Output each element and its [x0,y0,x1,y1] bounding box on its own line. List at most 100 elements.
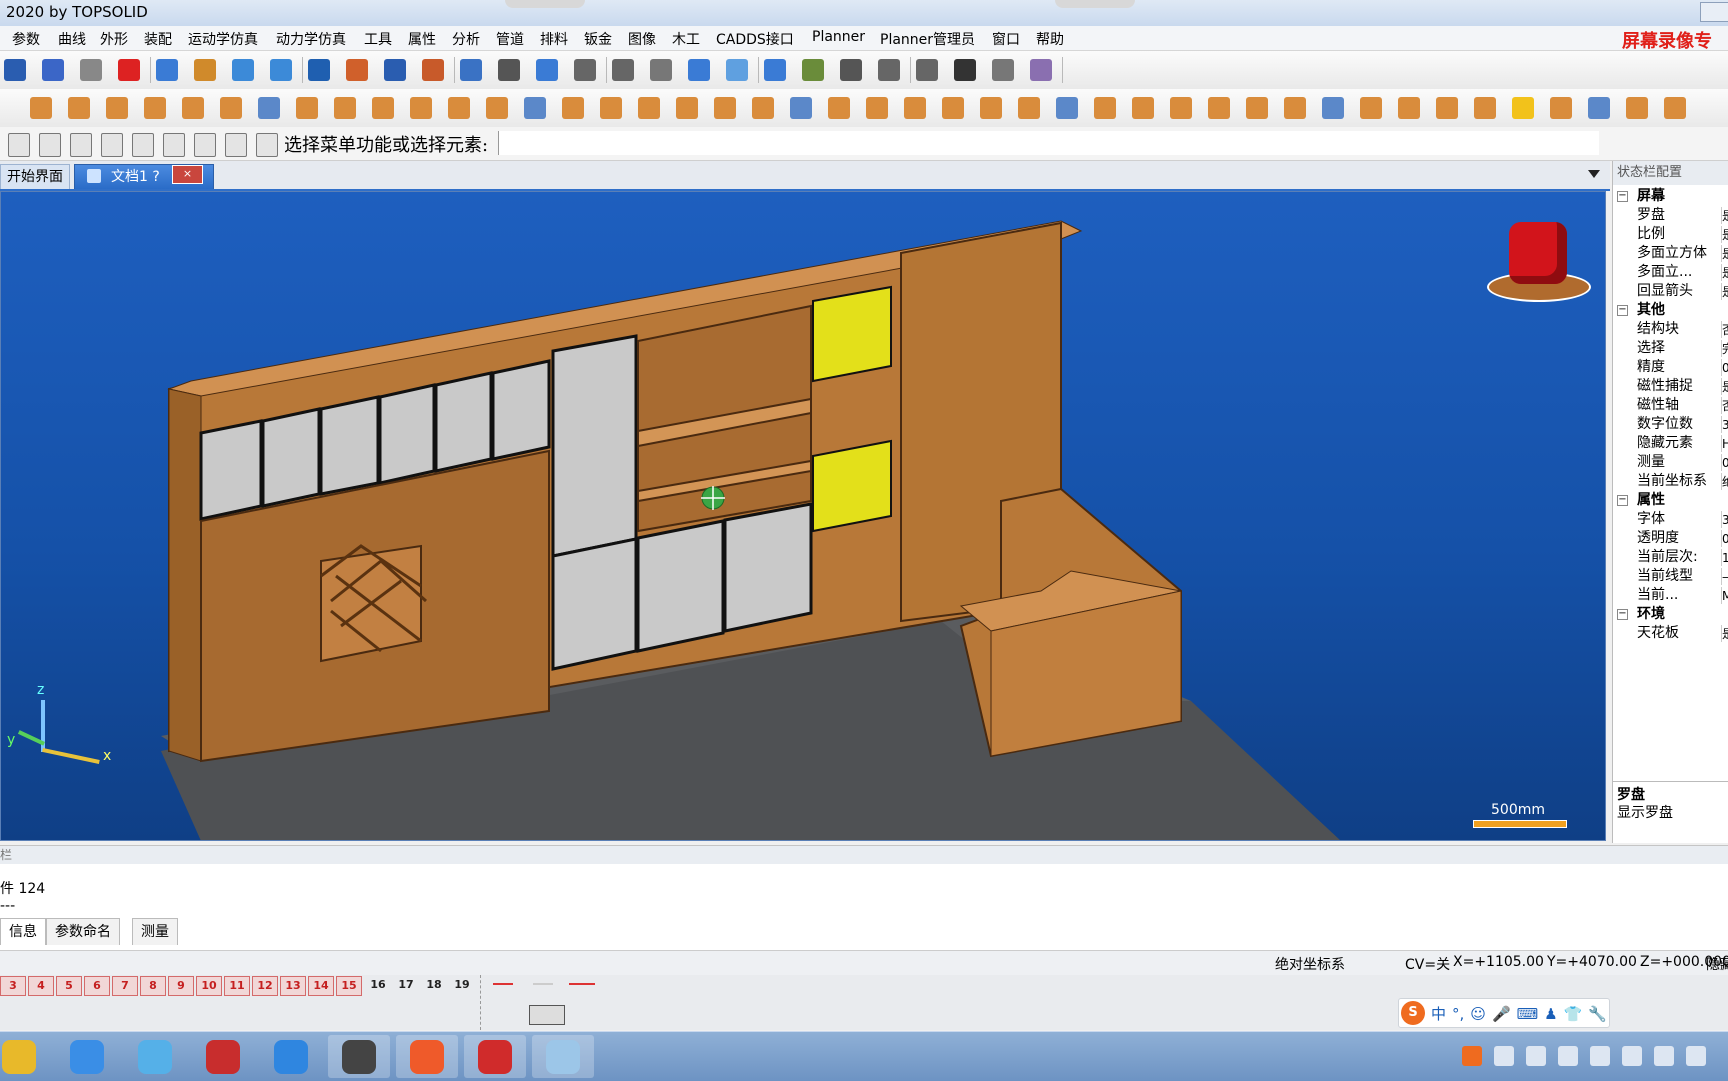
tray-icon[interactable] [1590,1046,1610,1066]
coordinate-system[interactable]: 绝对坐标系 [1275,954,1345,974]
tab-info[interactable]: 信息 [0,918,46,945]
woodworking-tool-icon[interactable] [714,97,736,119]
woodworking-tool-icon[interactable] [1512,97,1534,119]
woodworking-tool-icon[interactable] [1018,97,1040,119]
woodworking-tool-icon[interactable] [106,97,128,119]
toolbar-tool-icon[interactable] [80,59,102,81]
toolbar-tool-icon[interactable] [308,59,330,81]
property-value[interactable]: 3 [1721,511,1728,528]
property-value[interactable]: 是 [1721,264,1728,281]
property-value[interactable]: 是 [1721,378,1728,395]
toolbar-tool-icon[interactable] [536,59,558,81]
woodworking-tool-icon[interactable] [410,97,432,119]
view-tool-icon[interactable] [225,133,247,157]
woodworking-tool-icon[interactable] [1208,97,1230,119]
layer-button[interactable]: 16 [366,976,390,994]
woodworking-tool-icon[interactable] [448,97,470,119]
property-row[interactable]: 透明度 0 [1613,529,1728,548]
property-value[interactable]: 是 [1721,207,1728,224]
tray-icon[interactable] [1494,1046,1514,1066]
property-value[interactable]: 完 [1721,340,1728,357]
menu-item[interactable]: 钣金 [584,29,612,49]
woodworking-tool-icon[interactable] [1474,97,1496,119]
menu-item[interactable]: 曲线 [58,29,86,49]
woodworking-tool-icon[interactable] [1132,97,1154,119]
toolbar-tool-icon[interactable] [840,59,862,81]
property-value[interactable]: 否 [1721,397,1728,414]
view-tool-icon[interactable] [101,133,123,157]
property-value[interactable]: 是 [1721,226,1728,243]
layer-button[interactable]: 5 [56,976,82,996]
property-row[interactable]: 隐藏元素 H [1613,434,1728,453]
woodworking-tool-icon[interactable] [866,97,888,119]
toolbar-tool-icon[interactable] [460,59,482,81]
menu-item[interactable]: 装配 [144,29,172,49]
tab-start[interactable]: 开始界面 [0,164,70,189]
layer-button[interactable]: 4 [28,976,54,996]
tray-icon[interactable] [1622,1046,1642,1066]
property-value[interactable]: 是 [1721,283,1728,300]
command-input[interactable] [498,131,1599,155]
system-tray[interactable] [1462,1044,1722,1070]
tab-parameter-naming[interactable]: 参数命名 [46,918,120,945]
tab-list-dropdown-icon[interactable] [1588,170,1600,178]
toolbar-tool-icon[interactable] [612,59,634,81]
woodworking-tool-icon[interactable] [524,97,546,119]
property-value[interactable]: M [1721,587,1728,604]
view-tool-icon[interactable] [256,133,278,157]
woodworking-tool-icon[interactable] [562,97,584,119]
property-row[interactable]: 当前坐标系绝 [1613,472,1728,491]
ime-item[interactable]: ☺ [1470,1005,1486,1023]
cv-status[interactable]: CV=关 [1405,954,1450,974]
property-row[interactable]: 罗盘 是 [1613,206,1728,225]
view-tool-icon[interactable] [70,133,92,157]
close-tab-button[interactable]: × [172,165,203,184]
toolbar-tool-icon[interactable] [4,59,26,81]
menu-item[interactable]: 外形 [100,29,128,49]
property-value[interactable]: 0 [1721,454,1728,471]
toolbar-tool-icon[interactable] [270,59,292,81]
woodworking-tool-icon[interactable] [828,97,850,119]
property-row[interactable]: 当前... M [1613,586,1728,605]
property-row[interactable]: 数字位数 3 [1613,415,1728,434]
woodworking-tool-icon[interactable] [638,97,660,119]
layer-button[interactable]: 7 [112,976,138,996]
woodworking-tool-icon[interactable] [1094,97,1116,119]
ime-item[interactable]: 中 [1431,1005,1446,1023]
property-value[interactable]: 0 [1721,359,1728,376]
toolbar-tool-icon[interactable] [954,59,976,81]
property-row[interactable]: 磁性捕捉 是 [1613,377,1728,396]
woodworking-tool-icon[interactable] [1398,97,1420,119]
property-row[interactable]: 回显箭头 是 [1613,282,1728,301]
property-row[interactable]: 多面立方体是 [1613,244,1728,263]
layer-button[interactable]: 11 [224,976,250,996]
layer-button[interactable]: 19 [450,976,474,994]
tray-icon[interactable] [1686,1046,1706,1066]
tray-icon[interactable] [1526,1046,1546,1066]
property-group[interactable]: − 环境 [1613,605,1728,624]
toolbar-tool-icon[interactable] [42,59,64,81]
menu-item[interactable]: 管道 [496,29,524,49]
collapse-icon[interactable]: − [1617,609,1628,620]
collapse-icon[interactable]: − [1617,495,1628,506]
taskbar-app-button[interactable] [396,1035,458,1078]
woodworking-tool-icon[interactable] [980,97,1002,119]
tray-icon[interactable] [1654,1046,1674,1066]
woodworking-tool-icon[interactable] [220,97,242,119]
toolbar-tool-icon[interactable] [422,59,444,81]
taskbar-app-button[interactable] [0,1035,50,1078]
property-row[interactable]: 结构块 否 [1613,320,1728,339]
ime-item[interactable]: ♟ [1544,1005,1557,1023]
window-control-button[interactable] [1700,2,1728,22]
toolbar-tool-icon[interactable] [992,59,1014,81]
toolbar-tool-icon[interactable] [688,59,710,81]
menu-item[interactable]: Planner管理员 [880,29,975,49]
taskbar-app-button[interactable] [464,1035,526,1078]
menu-item[interactable]: 分析 [452,29,480,49]
ime-item[interactable]: °, [1452,1005,1464,1023]
menu-item[interactable]: 工具 [364,29,392,49]
collapse-icon[interactable]: − [1617,305,1628,316]
woodworking-tool-icon[interactable] [1550,97,1572,119]
property-row[interactable]: 比例 是 [1613,225,1728,244]
woodworking-tool-icon[interactable] [676,97,698,119]
